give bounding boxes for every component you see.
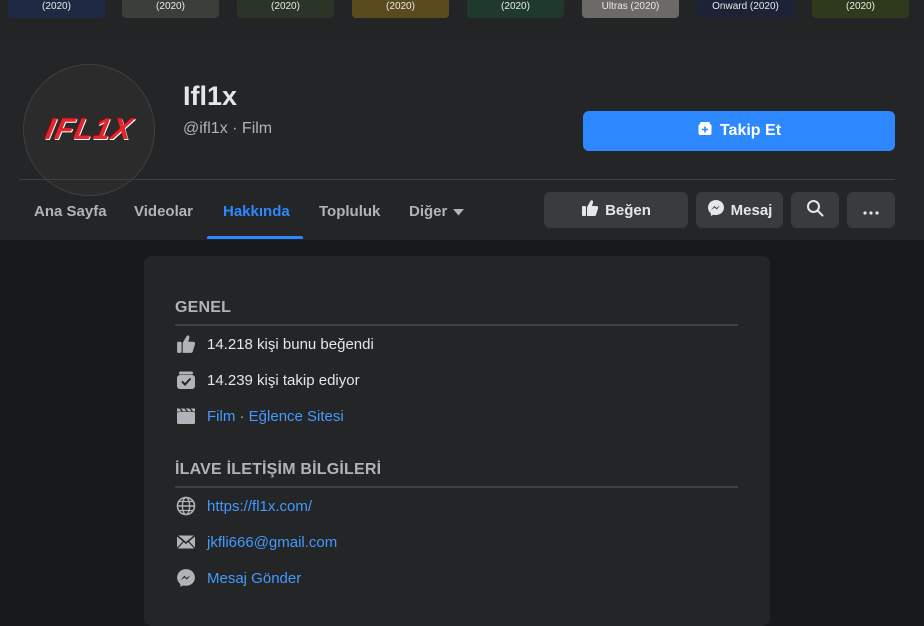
email-link[interactable]: jkfli666@gmail.com: [207, 534, 337, 551]
messenger-icon: [175, 567, 197, 589]
tab-label: Topluluk: [319, 202, 381, 220]
follow-box-icon: [175, 369, 197, 391]
send-message-link[interactable]: Mesaj Gönder: [207, 570, 301, 587]
cover-poster: (2020): [8, 0, 105, 18]
cover-poster: (2020): [467, 0, 564, 18]
tab-videos[interactable]: Videolar: [134, 182, 193, 240]
tab-label: Ana Sayfa: [34, 202, 107, 220]
brand-logo: IFL1X: [42, 113, 136, 146]
followers-row: 14.239 kişi takip ediyor: [175, 368, 360, 392]
thumbs-up-icon: [581, 199, 599, 221]
clapperboard-icon: [175, 405, 197, 427]
tab-label: Videolar: [134, 202, 193, 220]
likes-row: 14.218 kişi bunu beğendi: [175, 332, 374, 356]
likes-count: 14.218 kişi bunu beğendi: [207, 335, 374, 353]
tab-community[interactable]: Topluluk: [319, 182, 380, 240]
section-divider: [175, 486, 738, 488]
caret-down-icon: [453, 203, 465, 220]
like-button[interactable]: Beğen: [544, 192, 688, 228]
message-button[interactable]: Mesaj: [696, 192, 783, 228]
about-card: GENEL 14.218 kişi bunu beğendi 14.239 ki…: [144, 256, 770, 626]
cover-photo-strip: (2020) (2020) (2020) (2020) (2020) Ultra…: [0, 0, 924, 37]
envelope-icon: [175, 531, 197, 553]
cover-poster: Onward (2020): [697, 0, 794, 18]
like-label: Beğen: [605, 201, 651, 219]
more-options-button[interactable]: [847, 192, 895, 228]
follow-button[interactable]: Takip Et: [583, 111, 895, 151]
cover-poster: (2020): [812, 0, 909, 18]
more-dots-icon: [863, 202, 879, 219]
message-label: Mesaj: [730, 201, 773, 219]
followers-count: 14.239 kişi takip ediyor: [207, 371, 360, 389]
cover-poster: Ultras (2020): [582, 0, 679, 18]
cover-poster: (2020): [122, 0, 219, 18]
category-separator: ·: [235, 407, 249, 425]
search-icon: [806, 199, 824, 221]
follow-label: Takip Et: [719, 122, 782, 139]
active-tab-indicator: [207, 236, 303, 239]
email-row: jkfli666@gmail.com: [175, 530, 337, 554]
page-header: IFL1X Ifl1x @ifl1x · Film Takip Et Ana S…: [0, 37, 924, 240]
page-handle: @ifl1x · Film: [183, 120, 273, 137]
category-link-entertainment[interactable]: Eğlence Sitesi: [249, 408, 344, 425]
website-link[interactable]: https://fl1x.com/: [207, 498, 312, 515]
website-row: https://fl1x.com/: [175, 494, 312, 518]
section-divider: [175, 324, 738, 326]
header-divider: [19, 179, 895, 180]
globe-icon: [175, 495, 197, 517]
section-title-contact: İLAVE İLETİŞİM BİLGİLERİ: [175, 461, 382, 478]
thumbs-up-icon: [175, 333, 197, 355]
section-title-general: GENEL: [175, 299, 232, 316]
tab-label: Diğer: [409, 202, 448, 220]
profile-avatar[interactable]: IFL1X: [23, 64, 155, 196]
messenger-icon: [707, 199, 725, 221]
category-link-film[interactable]: Film: [207, 408, 235, 425]
tab-more[interactable]: Diğer: [409, 182, 465, 240]
tab-label: Hakkında: [223, 202, 290, 220]
cover-poster: (2020): [352, 0, 449, 18]
tab-about[interactable]: Hakkında: [223, 182, 290, 240]
page-title: Ifl1x: [183, 81, 238, 111]
send-message-row: Mesaj Gönder: [175, 566, 301, 590]
search-button[interactable]: [791, 192, 839, 228]
cover-poster: (2020): [237, 0, 334, 18]
tab-home[interactable]: Ana Sayfa: [34, 182, 107, 240]
follow-icon: [697, 121, 713, 142]
category-row: Film · Eğlence Sitesi: [175, 404, 344, 428]
